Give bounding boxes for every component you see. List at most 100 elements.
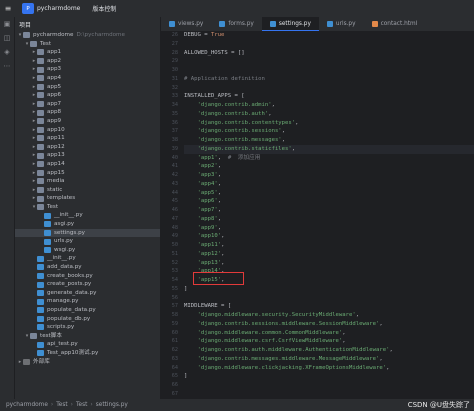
tree-item[interactable]: ▸ app5	[15, 83, 160, 92]
tree-item[interactable]: scripts.py	[15, 323, 160, 332]
project-panel-title: 项目	[19, 21, 32, 29]
code-token: ,	[342, 338, 346, 345]
line-number: 57	[171, 303, 178, 310]
line-number: 55	[171, 285, 178, 292]
tree-item[interactable]: ▾ pycharmdome D:\pycharmdome	[15, 31, 160, 40]
breadcrumb-item[interactable]: Test	[56, 402, 67, 408]
breadcrumb-item[interactable]: Test	[76, 402, 87, 408]
tree-item[interactable]: Test_app10测试.py	[15, 349, 160, 358]
editor-tab[interactable]: forms.py	[211, 17, 262, 31]
line-number: 40	[171, 154, 178, 161]
tree-item[interactable]: ▸ app3	[15, 65, 160, 74]
folder-icon	[37, 144, 44, 151]
tree-item[interactable]: __init__.py	[15, 211, 160, 220]
breadcrumb-item[interactable]: pycharmdome	[6, 402, 48, 408]
code-token: ,	[379, 355, 383, 362]
python-file-icon	[44, 212, 51, 219]
tree-item[interactable]: ▸ app13	[15, 151, 160, 160]
tree-item[interactable]: ▸ app15	[15, 169, 160, 178]
code-token: # Application definition	[184, 75, 265, 82]
code-token: # 添加应用	[227, 154, 261, 161]
code-line: # Application definition	[184, 75, 474, 84]
tree-item[interactable]: ▸ app6	[15, 91, 160, 100]
tree-item[interactable]: ▸ app8	[15, 108, 160, 117]
project-switcher[interactable]: pycharmdome	[37, 5, 80, 12]
tree-item[interactable]: __init__.py	[15, 254, 160, 263]
tree-item-label: app5	[47, 83, 62, 90]
project-badge[interactable]: P	[22, 3, 34, 14]
tree-item[interactable]: asgi.py	[15, 220, 160, 229]
tree-item[interactable]: ▾ Test	[15, 40, 160, 49]
code-token: 'django.contrib.sessions.middleware.Sess…	[197, 320, 380, 327]
tree-item[interactable]: ▸ media	[15, 177, 160, 186]
tree-item[interactable]: ▸ templates	[15, 194, 160, 203]
tree-item-label: asgi.py	[54, 221, 75, 228]
tree-item[interactable]: create_books.py	[15, 272, 160, 281]
code-line: 'app3',	[184, 171, 474, 180]
breadcrumb-item[interactable]: settings.py	[96, 402, 128, 408]
folder-icon	[37, 186, 44, 193]
tree-item[interactable]: ▸ app1	[15, 48, 160, 57]
tree-item[interactable]: create_posts.py	[15, 280, 160, 289]
tree-item[interactable]: ▸ app12	[15, 143, 160, 152]
tree-item[interactable]: urls.py	[15, 237, 160, 246]
code-token: 'django.middleware.security.SecurityMidd…	[197, 312, 356, 318]
editor-tab[interactable]: views.py	[161, 17, 211, 31]
code-token: ,	[217, 189, 222, 196]
line-number: 60	[171, 329, 178, 336]
vcs-menu[interactable]: 版本控制	[92, 4, 116, 13]
code-editor[interactable]: DEBUG = True ALLOWED_HOSTS = [] # Applicat…	[184, 31, 474, 399]
tree-item[interactable]: ▾ Test	[15, 203, 160, 212]
tree-item[interactable]: add_data.py	[15, 263, 160, 272]
tree-item[interactable]: ▸ app14	[15, 160, 160, 169]
code-token: ,	[295, 119, 299, 126]
tree-item[interactable]: settings.py	[15, 228, 160, 238]
line-number: 49	[171, 233, 178, 240]
title-bar: ≡ P pycharmdome 版本控制	[0, 0, 474, 17]
tree-item-label: app8	[47, 109, 62, 116]
tree-item[interactable]: populate_db.py	[15, 315, 160, 324]
structure-icon[interactable]: ◫	[0, 31, 14, 45]
tree-item[interactable]: ▸ app10	[15, 126, 160, 135]
code-line: 'django.contrib.messages',	[184, 136, 474, 145]
tree-item[interactable]: ▾ test脚本	[15, 332, 160, 341]
editor-tab[interactable]: urls.py	[319, 17, 364, 31]
plugin-icon[interactable]: ◈	[0, 45, 14, 59]
line-number: 27	[171, 40, 178, 47]
code-line: ALLOWED_HOSTS = []	[184, 49, 474, 58]
code-token: 'django.contrib.staticfiles'	[197, 145, 292, 152]
tree-item[interactable]: populate_data.py	[15, 306, 160, 315]
tree-item[interactable]: wsgi.py	[15, 246, 160, 255]
tree-item[interactable]: ▸ app4	[15, 74, 160, 83]
line-number: 32	[171, 84, 178, 91]
editor-tab[interactable]: contact.html	[364, 17, 426, 31]
tree-item[interactable]: ▸ 外部库	[15, 358, 160, 367]
hamburger-menu-icon[interactable]: ≡	[0, 4, 16, 13]
tree-item[interactable]: ▸ app7	[15, 100, 160, 109]
code-line: 'django.middleware.common.CommonMiddlewa…	[184, 329, 474, 338]
tree-item[interactable]: ▸ static	[15, 186, 160, 195]
python-file-icon	[44, 247, 51, 254]
code-token: 'django.contrib.messages'	[197, 137, 282, 143]
tree-item-label: pycharmdome	[33, 32, 74, 38]
tree-item[interactable]: ▸ app11	[15, 134, 160, 143]
tab-label: forms.py	[228, 21, 254, 27]
folder-icon	[37, 161, 44, 168]
code-token: ,	[221, 242, 225, 248]
tree-item[interactable]: ▸ app9	[15, 117, 160, 126]
tree-item[interactable]: manage.py	[15, 297, 160, 306]
more-icon[interactable]: ⋯	[0, 59, 14, 73]
editor-tab[interactable]: settings.py	[261, 17, 319, 31]
tree-item[interactable]: api_test.py	[15, 340, 160, 349]
tree-item[interactable]: generate_data.py	[15, 289, 160, 298]
line-number: 61	[171, 338, 178, 345]
folder-icon[interactable]: ▣	[0, 17, 14, 31]
tool-window-strip: ▣ ◫ ◈ ⋯	[0, 17, 15, 399]
tree-item[interactable]: ▸ app2	[15, 57, 160, 66]
code-line: 'app10',	[184, 232, 474, 241]
